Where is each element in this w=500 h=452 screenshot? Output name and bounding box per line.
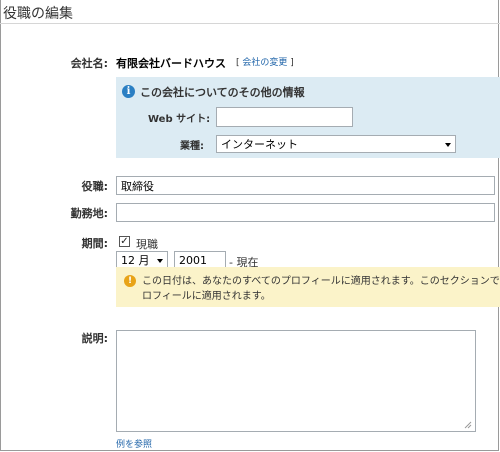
company-name: 有限会社バードハウス	[116, 57, 226, 70]
company-label: 会社名:	[70, 57, 108, 70]
change-company-link[interactable]: 会社の変更	[242, 58, 287, 68]
position-label: 役職:	[81, 180, 108, 193]
period-label: 期間:	[81, 237, 108, 250]
see-examples-link[interactable]: 例を参照	[116, 437, 152, 450]
location-input[interactable]	[116, 203, 495, 222]
resize-grip-icon[interactable]	[463, 420, 472, 429]
info-icon: i	[122, 85, 135, 98]
dropdown-arrow-icon	[445, 143, 451, 147]
start-month-value: 12 月	[121, 254, 150, 267]
page-title: 役職の編集	[3, 6, 73, 22]
company-info-title: この会社についてのその他の情報	[140, 86, 305, 99]
industry-label: 業種:	[180, 141, 204, 152]
title-divider	[0, 23, 500, 24]
current-position-checkbox[interactable]: ✓	[119, 236, 130, 247]
description-textarea[interactable]	[116, 330, 476, 432]
change-company: [ 会社の変更 ]	[236, 55, 294, 68]
date-notice-line1: この日付は、あなたのすべてのプロフィールに適用されます。このセクションで	[142, 276, 500, 287]
location-label: 勤務地:	[70, 207, 108, 220]
website-label: Web サイト:	[148, 114, 211, 125]
position-input[interactable]	[116, 176, 495, 195]
dropdown-arrow-icon	[157, 259, 163, 263]
industry-selected-value: インターネット	[221, 138, 298, 151]
website-input[interactable]	[216, 107, 353, 127]
bracket-open: [	[236, 58, 240, 68]
date-notice-text: この日付は、あなたのすべてのプロフィールに適用されます。このセクションで ロフィ…	[142, 274, 500, 304]
current-position-label: 現職	[136, 238, 158, 251]
industry-select[interactable]: インターネット	[216, 135, 456, 153]
description-label: 説明:	[81, 332, 108, 345]
warning-icon: !	[124, 275, 136, 287]
bracket-close: ]	[290, 58, 294, 68]
date-notice-line2: ロフィールに適用されます。	[142, 291, 271, 302]
